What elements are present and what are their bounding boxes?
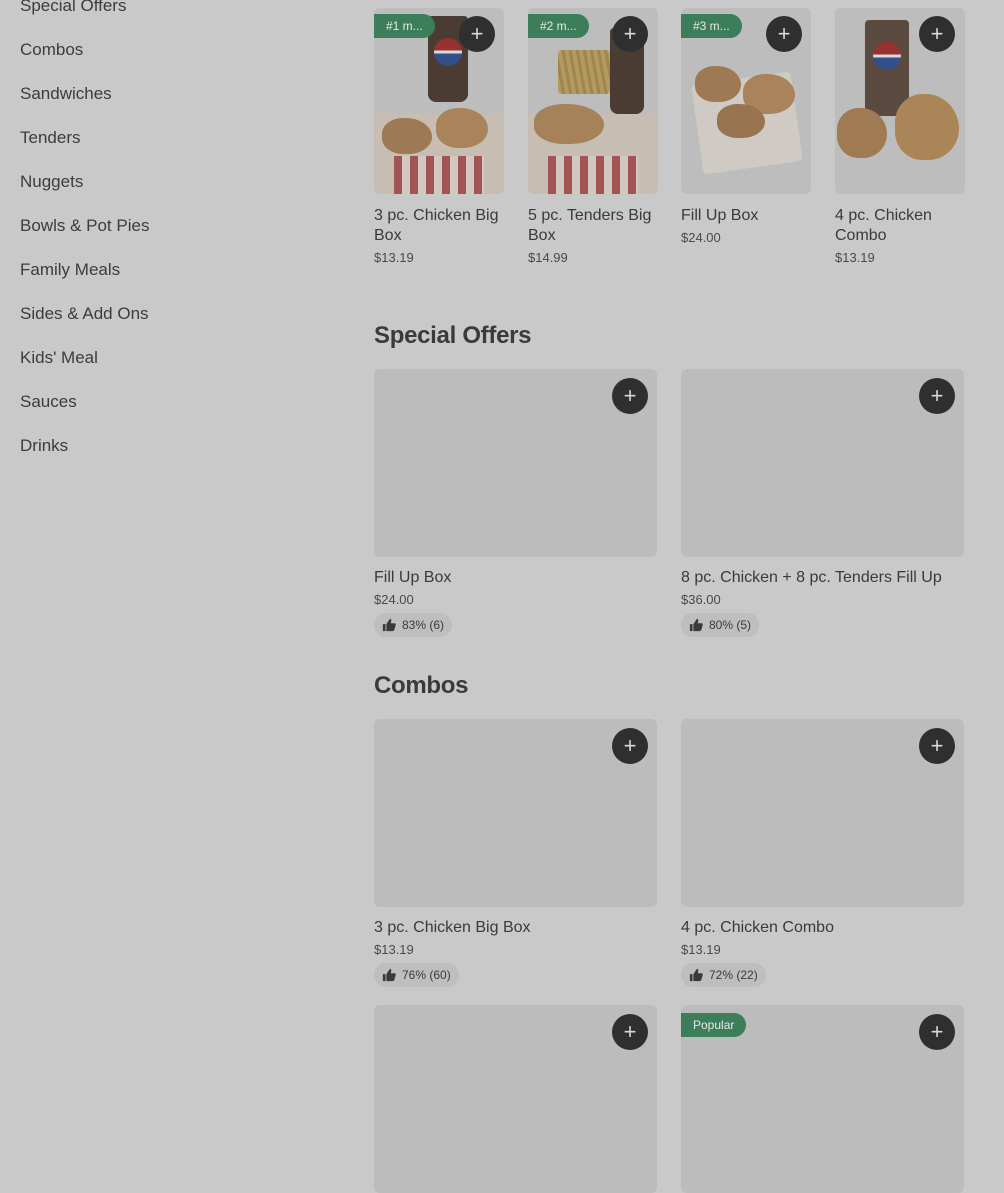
food-image: #1 m... + xyxy=(374,8,504,194)
rating-text: 72% (22) xyxy=(709,968,758,982)
rank-badge: #2 m... xyxy=(528,14,589,38)
pepsi-logo-icon xyxy=(873,42,901,70)
plus-icon: + xyxy=(930,1019,944,1044)
add-button[interactable]: + xyxy=(919,1014,955,1050)
sidebar-item-combos[interactable]: Combos xyxy=(20,28,320,72)
food-image: #2 m... + xyxy=(528,8,658,194)
plus-icon: + xyxy=(930,383,944,408)
food-image: #3 m... + xyxy=(681,8,811,194)
sidebar-item-sides-add-ons[interactable]: Sides & Add Ons xyxy=(20,292,320,336)
sidebar-item-kids-meal[interactable]: Kids' Meal xyxy=(20,336,320,380)
add-button[interactable]: + xyxy=(612,16,648,52)
plus-icon: + xyxy=(777,21,791,46)
menu-card[interactable]: + xyxy=(374,1005,657,1193)
sidebar-item-family-meals[interactable]: Family Meals xyxy=(20,248,320,292)
food-image: + xyxy=(835,8,965,194)
rating-text: 83% (6) xyxy=(402,618,445,632)
popular-badge: Popular xyxy=(681,1013,747,1037)
plus-icon: + xyxy=(623,1019,637,1044)
item-price: $24.00 xyxy=(681,230,721,245)
item-price: $13.19 xyxy=(835,250,875,265)
add-button[interactable]: + xyxy=(612,728,648,764)
add-button[interactable]: + xyxy=(919,378,955,414)
add-button[interactable]: + xyxy=(919,728,955,764)
pepsi-logo-icon xyxy=(434,38,462,66)
item-price: $14.99 xyxy=(528,250,568,265)
food-image-placeholder: + xyxy=(374,369,657,557)
item-title: 4 pc. Chicken Combo xyxy=(835,207,932,244)
plus-icon: + xyxy=(930,21,944,46)
food-image-placeholder: + xyxy=(681,369,964,557)
top-picks-row: #1 m... + 3 pc. Chicken Big Box $13.19 #… xyxy=(374,8,1004,268)
item-price: $13.19 xyxy=(374,942,414,957)
food-image-placeholder: + xyxy=(374,719,657,907)
item-title: 8 pc. Chicken + 8 pc. Tenders Fill Up xyxy=(681,569,942,586)
item-title: 4 pc. Chicken Combo xyxy=(681,919,834,936)
thumbs-up-icon xyxy=(382,618,396,632)
menu-card[interactable]: Popular + xyxy=(681,1005,964,1193)
rating-text: 76% (60) xyxy=(402,968,451,982)
menu-card[interactable]: + Fill Up Box $24.00 83% (6) xyxy=(374,369,657,637)
category-sidebar: Special Offers Combos Sandwiches Tenders… xyxy=(20,0,320,468)
plus-icon: + xyxy=(623,733,637,758)
food-image-placeholder: Popular + xyxy=(681,1005,964,1193)
plus-icon: + xyxy=(470,21,484,46)
menu-card[interactable]: + 8 pc. Chicken + 8 pc. Tenders Fill Up … xyxy=(681,369,964,637)
rating-badge: 76% (60) xyxy=(374,963,459,987)
thumbs-up-icon xyxy=(382,968,396,982)
add-button[interactable]: + xyxy=(459,16,495,52)
section-title-special-offers: Special Offers xyxy=(374,322,532,349)
menu-card[interactable]: + 4 pc. Chicken Combo $13.19 xyxy=(835,8,965,265)
item-price: $13.19 xyxy=(681,942,721,957)
menu-card[interactable]: + 3 pc. Chicken Big Box $13.19 76% (60) xyxy=(374,719,657,987)
rating-badge: 83% (6) xyxy=(374,613,453,637)
add-button[interactable]: + xyxy=(766,16,802,52)
rank-badge: #1 m... xyxy=(374,14,435,38)
rating-badge: 72% (22) xyxy=(681,963,766,987)
sidebar-item-tenders[interactable]: Tenders xyxy=(20,116,320,160)
sidebar-item-bowls-pot-pies[interactable]: Bowls & Pot Pies xyxy=(20,204,320,248)
item-title: 3 pc. Chicken Big Box xyxy=(374,919,531,936)
thumbs-up-icon xyxy=(689,968,703,982)
item-price: $36.00 xyxy=(681,592,721,607)
rank-badge: #3 m... xyxy=(681,14,742,38)
menu-card[interactable]: #2 m... + 5 pc. Tenders Big Box $14.99 xyxy=(528,8,658,265)
plus-icon: + xyxy=(930,733,944,758)
add-button[interactable]: + xyxy=(919,16,955,52)
menu-card[interactable]: + 4 pc. Chicken Combo $13.19 72% (22) xyxy=(681,719,964,987)
item-price: $24.00 xyxy=(374,592,414,607)
menu-card[interactable]: #3 m... + Fill Up Box $24.00 xyxy=(681,8,811,245)
sidebar-item-nuggets[interactable]: Nuggets xyxy=(20,160,320,204)
section-title-combos: Combos xyxy=(374,672,469,699)
plus-icon: + xyxy=(623,383,637,408)
item-title: Fill Up Box xyxy=(374,569,452,586)
thumbs-up-icon xyxy=(689,618,703,632)
food-image-placeholder: + xyxy=(374,1005,657,1193)
rating-text: 80% (5) xyxy=(709,618,752,632)
item-title: 3 pc. Chicken Big Box xyxy=(374,207,499,244)
sidebar-item-sandwiches[interactable]: Sandwiches xyxy=(20,72,320,116)
food-image-placeholder: + xyxy=(681,719,964,907)
add-button[interactable]: + xyxy=(612,1014,648,1050)
item-title: 5 pc. Tenders Big Box xyxy=(528,207,652,244)
menu-card[interactable]: #1 m... + 3 pc. Chicken Big Box $13.19 xyxy=(374,8,504,265)
rating-badge: 80% (5) xyxy=(681,613,760,637)
add-button[interactable]: + xyxy=(612,378,648,414)
sidebar-item-drinks[interactable]: Drinks xyxy=(20,424,320,468)
plus-icon: + xyxy=(623,21,637,46)
item-price: $13.19 xyxy=(374,250,414,265)
sidebar-item-special-offers[interactable]: Special Offers xyxy=(20,0,320,28)
sidebar-item-sauces[interactable]: Sauces xyxy=(20,380,320,424)
item-title: Fill Up Box xyxy=(681,207,759,224)
